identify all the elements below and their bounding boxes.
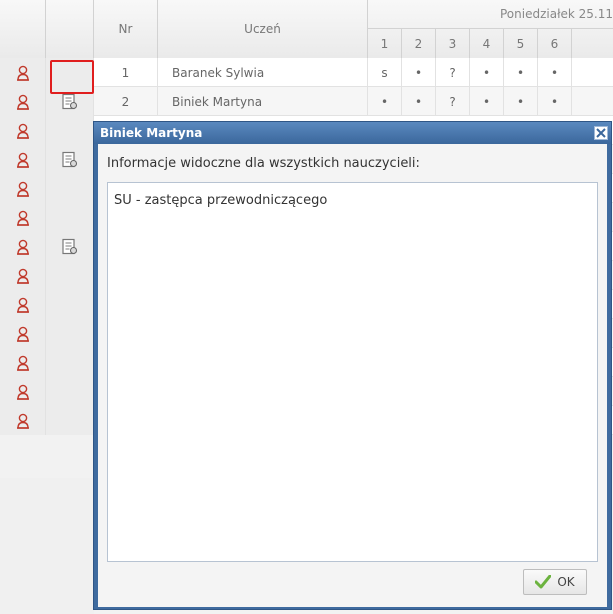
header-note-col [46, 0, 94, 58]
dialog-label: Informacje widoczne dla wszystkich naucz… [107, 156, 420, 171]
header-lesson-4: 4 [470, 29, 504, 58]
header-lesson-6: 6 [538, 29, 572, 58]
student-user-icon[interactable] [0, 348, 46, 377]
attendance-mark[interactable]: • [504, 87, 538, 116]
header-icon-col [0, 0, 46, 58]
grid-header: Nr Uczeń Poniedziałek 25.11 1 2 3 4 5 6 [0, 0, 613, 59]
ok-button[interactable]: OK [523, 569, 587, 595]
row-number: 2 [94, 87, 158, 116]
note-cell [46, 377, 94, 406]
attendance-mark[interactable]: • [470, 87, 504, 116]
checkmark-icon [535, 575, 552, 589]
header-lesson-2: 2 [402, 29, 436, 58]
ok-label: OK [557, 575, 575, 589]
attendance-mark[interactable]: ? [436, 87, 470, 116]
grid-empty-area [0, 478, 94, 614]
note-textarea[interactable]: SU - zastępca przewodniczącego [107, 182, 598, 562]
attendance-mark[interactable]: • [368, 87, 402, 116]
note-cell [46, 116, 94, 145]
student-user-icon[interactable] [0, 87, 46, 116]
note-dialog: Biniek Martyna Informacje widoczne dla w… [93, 121, 612, 610]
student-user-icon[interactable] [0, 203, 46, 232]
note-icon[interactable] [46, 145, 94, 174]
row-number: 1 [94, 58, 158, 87]
student-user-icon[interactable] [0, 290, 46, 319]
student-user-icon[interactable] [0, 232, 46, 261]
attendance-mark[interactable]: • [470, 58, 504, 87]
note-highlight [50, 60, 94, 94]
header-lesson-5: 5 [504, 29, 538, 58]
student-name[interactable]: Biniek Martyna [158, 87, 368, 116]
note-cell [46, 406, 94, 435]
note-cell [46, 261, 94, 290]
dialog-title: Biniek Martyna [94, 122, 611, 144]
student-user-icon[interactable] [0, 406, 46, 435]
attendance-mark[interactable]: • [538, 87, 572, 116]
student-user-icon[interactable] [0, 58, 46, 87]
student-user-icon[interactable] [0, 377, 46, 406]
student-user-icon[interactable] [0, 145, 46, 174]
note-cell [46, 319, 94, 348]
note-cell [46, 174, 94, 203]
header-student[interactable]: Uczeń [158, 0, 368, 58]
student-user-icon[interactable] [0, 174, 46, 203]
attendance-mark[interactable]: • [402, 58, 436, 87]
note-icon[interactable] [46, 232, 94, 261]
attendance-mark[interactable]: s [368, 58, 402, 87]
student-name[interactable]: Baranek Sylwia [158, 58, 368, 87]
student-user-icon[interactable] [0, 319, 46, 348]
header-lesson-1: 1 [368, 29, 402, 58]
student-user-icon[interactable] [0, 261, 46, 290]
header-day-title: Poniedziałek 25.11 [368, 0, 613, 29]
attendance-mark[interactable]: ? [436, 58, 470, 87]
close-icon[interactable] [594, 126, 608, 140]
note-cell [46, 348, 94, 377]
attendance-mark[interactable]: • [538, 58, 572, 87]
note-cell [46, 203, 94, 232]
header-nr[interactable]: Nr [94, 0, 158, 58]
dialog-body: Informacje widoczne dla wszystkich naucz… [98, 144, 607, 607]
student-user-icon[interactable] [0, 116, 46, 145]
note-cell [46, 290, 94, 319]
attendance-mark[interactable]: • [504, 58, 538, 87]
attendance-mark[interactable]: • [402, 87, 436, 116]
header-lesson-3: 3 [436, 29, 470, 58]
